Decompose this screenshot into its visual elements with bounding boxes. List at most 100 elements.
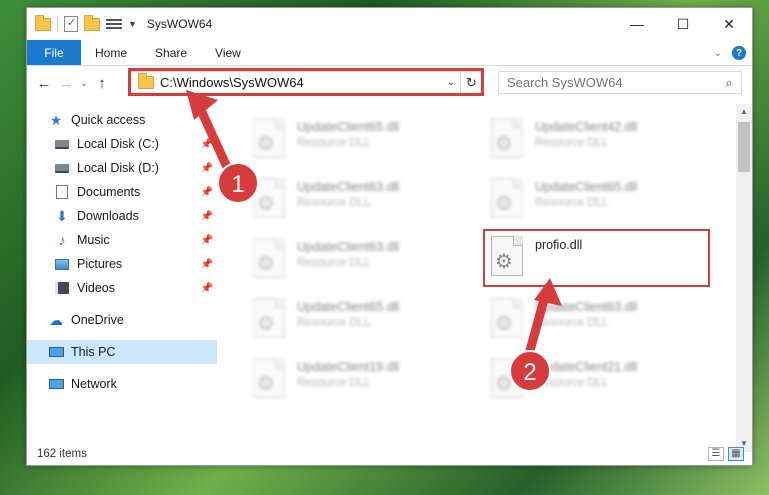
address-dropdown-icon[interactable]: ⌄	[442, 77, 460, 88]
sidebar-item-videos[interactable]: Videos 📌	[27, 276, 217, 300]
file-name: UpdateClient65.dll	[297, 300, 400, 314]
file-item[interactable]: UpdateClient65.dll Resource DLL	[243, 114, 473, 168]
folder-icon	[138, 73, 154, 89]
file-type: Resource DLL	[297, 317, 371, 329]
view-toggles: ☰ ▦	[708, 447, 744, 461]
dll-file-icon	[253, 298, 285, 338]
up-button[interactable]: ↑	[91, 75, 113, 92]
file-type: Resource DLL	[297, 377, 371, 389]
sidebar-item-label: OneDrive	[71, 313, 124, 327]
toolbar-divider	[57, 16, 58, 32]
file-item[interactable]: UpdateClient63.dll Resource DLL	[481, 294, 711, 348]
ribbon-tabs: File Home Share View ⌄ ?	[27, 40, 752, 66]
sidebar-item-documents[interactable]: Documents 📌	[27, 180, 217, 204]
pin-icon[interactable]: 📌	[201, 163, 213, 174]
sidebar-item-local-disk-d[interactable]: Local Disk (D:) 📌	[27, 156, 217, 180]
dll-file-icon	[253, 118, 285, 158]
sidebar-item-network[interactable]: Network	[27, 372, 217, 396]
search-icon[interactable]: ⌕	[717, 75, 741, 91]
star-icon: ★	[49, 111, 63, 128]
computer-icon	[47, 345, 65, 359]
new-folder-icon[interactable]	[84, 14, 100, 31]
vertical-scrollbar[interactable]: ▲ ▼	[736, 104, 752, 452]
chevron-down-icon[interactable]: ▼	[128, 19, 137, 29]
customize-icon[interactable]	[106, 17, 122, 31]
status-bar: 162 items ☰ ▦	[27, 443, 752, 465]
scroll-thumb[interactable]	[738, 122, 750, 172]
file-type: Resource DLL	[297, 197, 371, 209]
sidebar-item-pictures[interactable]: Pictures 📌	[27, 252, 217, 276]
sidebar-item-quick-access[interactable]: ★ Quick access	[27, 108, 217, 132]
dll-file-icon	[491, 178, 523, 218]
sidebar-item-music[interactable]: ♪ Music 📌	[27, 228, 217, 252]
item-count: 162 items	[37, 448, 87, 460]
sidebar-item-label: Documents	[77, 185, 141, 199]
file-item[interactable]: UpdateClient19.dll Resource DLL	[243, 354, 473, 408]
videos-icon	[53, 281, 71, 295]
dll-file-icon	[491, 118, 523, 158]
sidebar-item-onedrive[interactable]: ☁ OneDrive	[27, 308, 217, 332]
file-item[interactable]: UpdateClient42.dll Resource DLL	[481, 114, 711, 168]
music-icon: ♪	[58, 232, 66, 248]
tab-file[interactable]: File	[27, 40, 81, 65]
pin-icon[interactable]: 📌	[201, 259, 213, 270]
details-view-icon[interactable]: ☰	[708, 447, 724, 461]
file-type: Resource DLL	[535, 137, 609, 149]
sidebar-item-label: Music	[77, 233, 110, 247]
window-controls: — ☐ ✕	[614, 8, 752, 40]
pin-icon[interactable]: 📌	[201, 235, 213, 246]
file-item[interactable]: UpdateClient65.dll Resource DLL	[243, 294, 473, 348]
forward-button[interactable]: →	[55, 75, 77, 92]
file-type: Resource DLL	[535, 317, 609, 329]
file-name: UpdateClient42.dll	[535, 120, 638, 134]
file-item[interactable]: UpdateClient63.dll Resource DLL	[243, 174, 473, 228]
sidebar-item-local-disk-c[interactable]: Local Disk (C:) 📌	[27, 132, 217, 156]
pin-icon[interactable]: 📌	[201, 211, 213, 222]
quick-access-toolbar: ▼	[27, 14, 137, 32]
file-name: UpdateClient65.dll	[297, 120, 400, 134]
file-item[interactable]: UpdateClient65.dll Resource DLL	[481, 174, 711, 228]
back-button[interactable]: ←	[33, 75, 55, 92]
address-bar[interactable]: C:\Windows\SysWOW64 ⌄ ↻	[130, 71, 483, 94]
file-type: Resource DLL	[297, 257, 371, 269]
properties-icon[interactable]	[64, 16, 78, 32]
search-box[interactable]: ⌕	[498, 71, 742, 94]
downloads-icon: ⬇	[56, 207, 68, 224]
address-path[interactable]: C:\Windows\SysWOW64	[160, 75, 442, 90]
maximize-button[interactable]: ☐	[660, 8, 706, 40]
folder-icon	[35, 14, 51, 31]
large-icons-view-icon[interactable]: ▦	[728, 447, 744, 461]
sidebar-item-label: This PC	[71, 345, 116, 359]
scroll-up-icon[interactable]: ▲	[736, 104, 752, 120]
pin-icon[interactable]: 📌	[201, 283, 213, 294]
sidebar-item-label: Downloads	[77, 209, 139, 223]
navigation-bar: ← → ⌄ ↑ C:\Windows\SysWOW64 ⌄ ↻ ⌕	[27, 66, 752, 100]
file-item[interactable]: UpdateClient63.dll Resource DLL	[243, 234, 473, 288]
pin-icon[interactable]: 📌	[201, 187, 213, 198]
window-title: SysWOW64	[146, 17, 213, 31]
sidebar-item-label: Network	[71, 377, 117, 391]
network-icon	[47, 377, 65, 391]
title-bar: ▼ SysWOW64 — ☐ ✕	[27, 8, 752, 40]
dll-file-icon	[253, 238, 285, 278]
pin-icon[interactable]: 📌	[201, 139, 213, 150]
close-button[interactable]: ✕	[706, 8, 752, 40]
refresh-button[interactable]: ↻	[460, 72, 482, 93]
sidebar-item-this-pc[interactable]: This PC	[27, 340, 217, 364]
recent-locations-button[interactable]: ⌄	[77, 78, 91, 89]
minimize-button[interactable]: —	[614, 8, 660, 40]
search-input[interactable]	[507, 75, 717, 90]
tab-view[interactable]: View	[201, 40, 255, 65]
navigation-pane: ★ Quick access Local Disk (C:) 📌 Local D…	[27, 106, 217, 436]
help-icon[interactable]: ?	[732, 46, 746, 60]
file-item[interactable]: UpdateClient21.dll Resource DLL	[481, 354, 711, 408]
file-item-profio-dll[interactable]: profio.dll	[481, 232, 711, 286]
tab-home[interactable]: Home	[81, 40, 141, 65]
tab-share[interactable]: Share	[141, 40, 201, 65]
file-type: Resource DLL	[535, 377, 609, 389]
dll-file-icon	[253, 178, 285, 218]
file-name: UpdateClient19.dll	[297, 360, 400, 374]
sidebar-item-downloads[interactable]: ⬇ Downloads 📌	[27, 204, 217, 228]
expand-ribbon-icon[interactable]: ⌄	[714, 48, 722, 59]
file-name: UpdateClient21.dll	[535, 360, 638, 374]
